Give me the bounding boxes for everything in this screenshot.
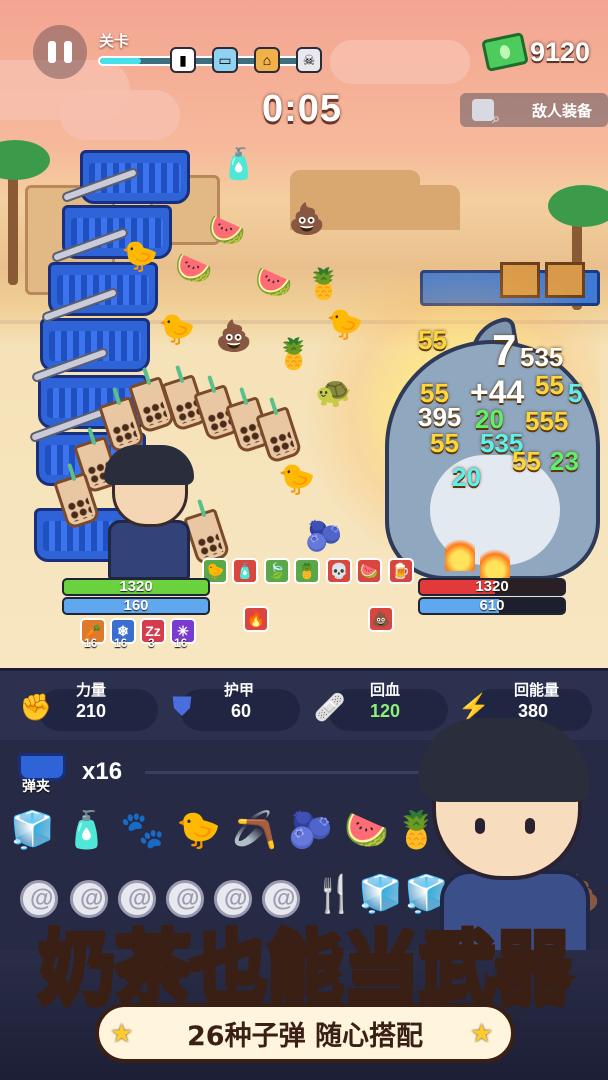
boss-stage-icon: ☠ (296, 47, 322, 73)
slot-leaf-icon: 🍃 (264, 558, 290, 584)
enemy-hp-value: 1320 (475, 578, 509, 595)
promo-subtitle-pill: 26种子弹 随心搭配 (95, 1003, 515, 1063)
star-icon: ★ (110, 1018, 134, 1048)
star-icon: ★ (470, 1018, 494, 1048)
fire-effect (445, 535, 475, 571)
slot-drink-icon: 🍺 (388, 558, 414, 584)
watermelon-icon: 🍉 (208, 214, 246, 247)
damage-number: 23 (550, 446, 579, 476)
mascot-eye (475, 818, 485, 834)
blueberry-item-icon[interactable]: 🫐 (288, 812, 333, 848)
promo-subtitle: 26种子弹 随心搭配 (187, 1020, 423, 1052)
stat-heal-label: 回血 (370, 682, 401, 699)
money-count: 9120 (530, 37, 591, 67)
palm-leaf (0, 140, 50, 180)
damage-number: 5 (568, 378, 583, 408)
phone-stage-icon: ▮ (170, 47, 196, 73)
level-label: 关卡 (99, 33, 130, 50)
battle-timer: 0:05 (262, 88, 343, 130)
bottle-item-icon[interactable]: 🧴 (64, 812, 109, 848)
clip-count: x16 (82, 758, 123, 785)
damage-number: 535 (520, 342, 564, 372)
slot-watermelon-icon: 🍉 (356, 558, 382, 584)
damage-number: 555 (525, 406, 569, 436)
stat-power-label: 力量 (76, 682, 107, 699)
fist-icon: ✊ (19, 691, 53, 722)
damage-number: 20 (452, 462, 481, 492)
status-count: 16 (174, 636, 188, 650)
damage-number: 55 (512, 446, 541, 476)
duck-item-icon[interactable]: 🐤 (176, 812, 221, 848)
status-count: 16 (114, 636, 128, 650)
watermelon-slice-icon: 🍉 (255, 266, 293, 299)
magnifier-icon (472, 99, 500, 127)
stat-power-value: 210 (76, 701, 107, 721)
duck-icon: 🐤 (158, 313, 196, 346)
status-count: 16 (84, 636, 98, 650)
slot-fire-icon: 🔥 (243, 606, 269, 632)
shield-icon: ⛊ (172, 691, 192, 721)
hero-body (108, 520, 190, 580)
mascot-eye (525, 818, 535, 834)
bandage-icon: 🩹 (313, 691, 347, 722)
damage-number: 55 (418, 325, 447, 355)
damage-number: 7 (492, 326, 517, 375)
clip-divider (145, 771, 445, 774)
duck-icon: 🐤 (121, 240, 159, 273)
shop-stage-icon: ⌂ (254, 47, 280, 73)
stat-energy-label: 回能量 (514, 682, 560, 699)
enemy-hp-bar: 1320 (418, 578, 566, 596)
milk-tea-cup-icon (255, 405, 303, 465)
player-shield-value: 160 (123, 597, 149, 614)
boomerang-item-icon[interactable]: 🪃 (232, 812, 277, 848)
status-count: 3 (148, 636, 155, 650)
ticket-stage-icon: ▭ (212, 47, 238, 73)
hero-hair (104, 445, 194, 485)
stat-armor-label: 护甲 (224, 682, 255, 699)
cash-icon (481, 31, 529, 73)
battle-scene: 🍉 🍉 🍉 💩 💩 🐤 🐤 🐤 🐤 🍍 🍍 🧴 🫐 🐢 55 7 535 55 … (0, 0, 608, 668)
player-hp-bar: 1320 (62, 578, 210, 596)
player-hp-value: 1320 (119, 578, 153, 595)
stat-heal-value: 120 (370, 701, 401, 721)
enemy-gear-label: 敌人装备 (532, 102, 593, 120)
clip-label: 弹夹 (22, 778, 50, 794)
watermelon-item-icon[interactable]: 🍉 (344, 812, 389, 848)
slot-skeleton-icon: 💀 (326, 558, 352, 584)
desert-rock (410, 185, 460, 230)
slot-poop-icon: 💩 (368, 606, 394, 632)
paw-item-icon[interactable]: 🐾 (120, 812, 165, 848)
stat-armor-value: 60 (231, 701, 252, 721)
watermelon-icon: 🍉 (175, 252, 213, 285)
cloud (60, 90, 180, 140)
pause-button[interactable] (33, 25, 87, 79)
slot-bottle-icon: 🧴 (232, 558, 258, 584)
palm-tree (8, 165, 18, 285)
poop-icon: 💩 (215, 320, 253, 353)
bottle-icon: 🧴 (220, 148, 258, 181)
enemy-shield-value: 610 (479, 597, 505, 614)
level-progress-fill (100, 58, 142, 64)
fire-effect (480, 545, 510, 581)
poop-icon: 💩 (288, 203, 326, 236)
damage-number: 55 (535, 370, 564, 400)
enemy-shield-bar: 610 (418, 597, 566, 615)
player-shield-bar: 160 (62, 597, 210, 615)
damage-number: 55 (430, 428, 459, 458)
slot-pineapple-icon: 🍍 (294, 558, 320, 584)
promo-title: 奶茶也能当武器 (36, 921, 574, 1015)
cloud (330, 40, 470, 84)
popsicle-item-icon[interactable]: 🧊 (10, 812, 55, 848)
palm-leaf (548, 185, 608, 227)
enemy-gear-button[interactable]: 敌人装备 (460, 93, 608, 127)
